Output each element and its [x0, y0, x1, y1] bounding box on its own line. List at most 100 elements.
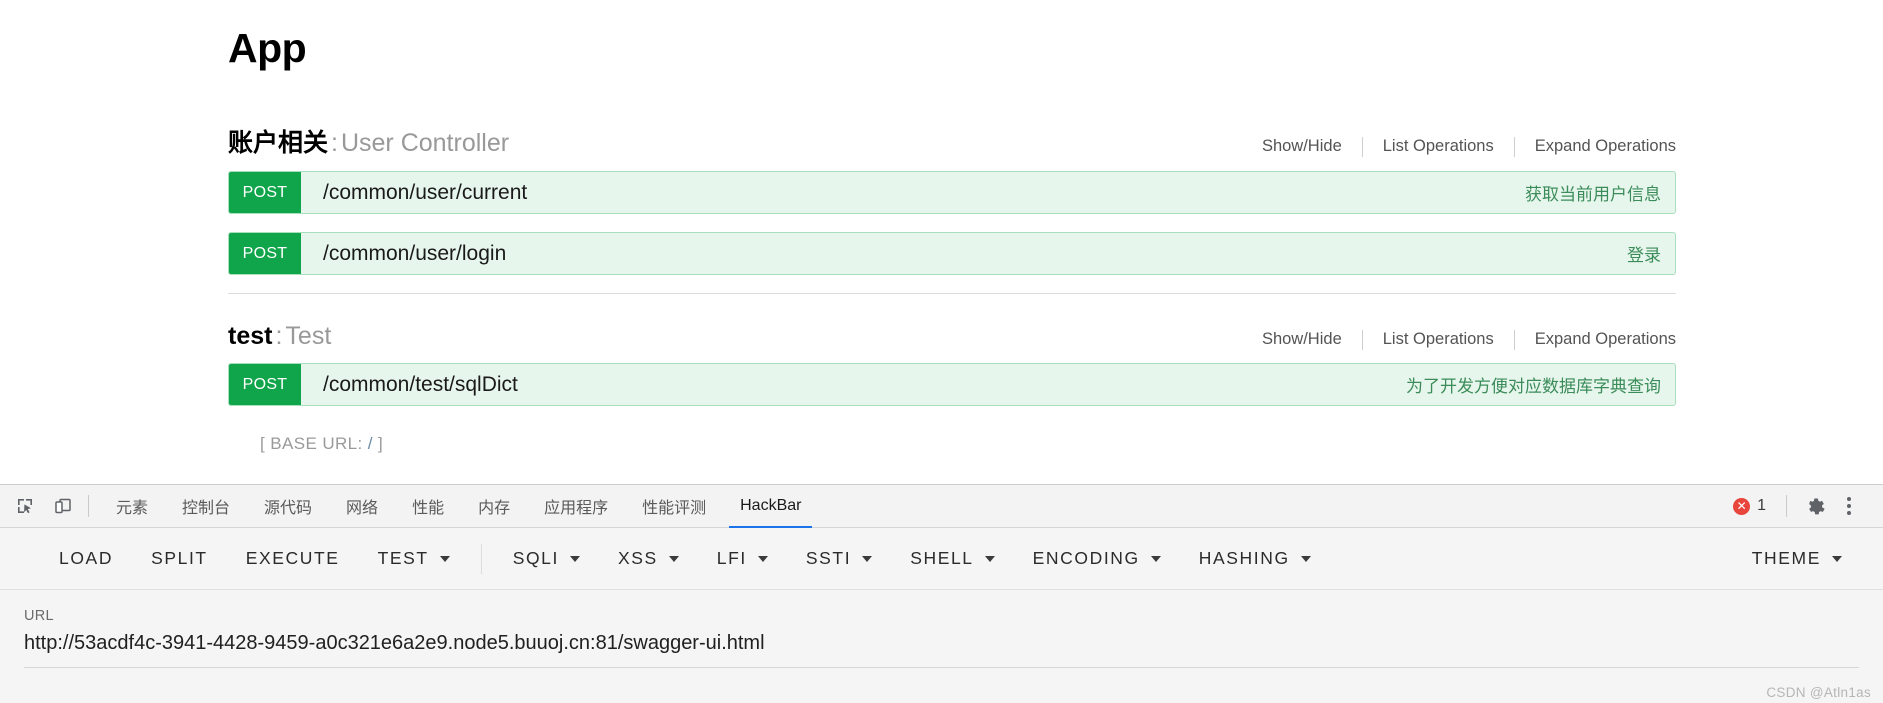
- button-label: HASHING: [1198, 548, 1290, 568]
- resource-title: 账户相关: User Controller: [228, 123, 509, 159]
- url-input[interactable]: http://53acdf4c-3941-4428-9459-a0c321e6a…: [24, 630, 1859, 656]
- resource-name: test: [228, 322, 273, 351]
- http-method-badge: POST: [229, 172, 301, 214]
- tab-network[interactable]: 网络: [329, 485, 395, 528]
- kebab-dot: [1847, 511, 1851, 515]
- chevron-down-icon: [569, 555, 580, 562]
- tab-console[interactable]: 控制台: [165, 485, 247, 528]
- endpoint-path[interactable]: /common/user/login: [301, 233, 1627, 274]
- tab-label: 网络: [346, 500, 379, 517]
- base-url-label: BASE URL: [270, 434, 358, 454]
- resource-group-test: test: Test Show/Hide List Operations Expa…: [228, 322, 1676, 407]
- tab-label: 性能评测: [642, 500, 707, 517]
- chevron-down-icon: [1300, 555, 1311, 562]
- chevron-down-icon: [1832, 555, 1842, 562]
- kebab-menu-icon[interactable]: [1835, 492, 1863, 520]
- tab-label: 内存: [478, 500, 511, 517]
- hackbar-sqli-menu[interactable]: SQLI: [494, 548, 599, 569]
- base-url-bracket-close: ]: [372, 434, 384, 454]
- tab-elements[interactable]: 元素: [99, 485, 165, 528]
- devtools-tabbar: 元素 控制台 源代码 网络 性能 内存 应用程序 性能评测 HackBar ✕ …: [0, 485, 1883, 528]
- swagger-content: App 账户相关: User Controller Show/Hide List …: [228, 0, 1676, 454]
- tab-label: 控制台: [182, 500, 231, 517]
- button-label: LFI: [716, 548, 747, 568]
- page-title: App: [228, 25, 307, 71]
- button-label: SPLIT: [151, 548, 208, 568]
- resource-title: test: Test: [228, 322, 331, 351]
- url-field-underline: [24, 667, 1859, 668]
- hackbar-execute-button[interactable]: EXECUTE: [227, 548, 359, 569]
- endpoint-row[interactable]: POST /common/user/login 登录: [228, 232, 1676, 276]
- resource-header: 账户相关: User Controller Show/Hide List Oper…: [228, 123, 1676, 171]
- tab-label: 元素: [116, 500, 149, 517]
- resource-subname: Test: [285, 322, 332, 351]
- hackbar-toolbar: LOAD SPLIT EXECUTE TEST SQLI XSS LFI SST…: [0, 528, 1883, 590]
- devtools-tool-icons: [10, 491, 78, 521]
- resource-header: test: Test Show/Hide List Operations Expa…: [228, 322, 1676, 363]
- chevron-down-icon: [862, 555, 873, 562]
- tab-memory[interactable]: 内存: [461, 485, 527, 528]
- error-count: 1: [1757, 497, 1766, 514]
- list-operations-link[interactable]: List Operations: [1363, 330, 1514, 349]
- button-label: XSS: [617, 548, 658, 568]
- tab-label: 应用程序: [544, 500, 609, 517]
- endpoint-path[interactable]: /common/user/current: [301, 172, 1525, 213]
- endpoint-row[interactable]: POST /common/test/sqlDict 为了开发方便对应数据库字典查…: [228, 363, 1676, 407]
- endpoint-row[interactable]: POST /common/user/current 获取当前用户信息: [228, 171, 1676, 215]
- swagger-ui-page: App 账户相关: User Controller Show/Hide List …: [0, 0, 1883, 484]
- endpoint-description: 获取当前用户信息: [1525, 185, 1661, 205]
- hackbar-encoding-menu[interactable]: ENCODING: [1014, 548, 1180, 569]
- button-label: ENCODING: [1032, 548, 1140, 568]
- inspect-element-icon[interactable]: [10, 491, 40, 521]
- button-label: THEME: [1751, 548, 1821, 568]
- hackbar-load-button[interactable]: LOAD: [40, 548, 132, 569]
- hackbar-split-button[interactable]: SPLIT: [132, 548, 227, 569]
- error-icon: ✕: [1733, 497, 1751, 515]
- chevron-down-icon: [757, 555, 768, 562]
- kebab-dot: [1847, 504, 1851, 508]
- hackbar-ssti-menu[interactable]: SSTI: [787, 548, 891, 569]
- show-hide-link[interactable]: Show/Hide: [1262, 137, 1362, 156]
- endpoint-path[interactable]: /common/test/sqlDict: [301, 364, 1406, 405]
- list-operations-link[interactable]: List Operations: [1363, 137, 1514, 156]
- toolbar-divider: [88, 495, 89, 517]
- chevron-down-icon: [984, 555, 995, 562]
- resource-operations-links: Show/Hide List Operations Expand Operati…: [1262, 136, 1676, 157]
- tab-label: 源代码: [264, 500, 313, 517]
- tab-performance[interactable]: 性能: [395, 485, 461, 528]
- devtools-right-controls: ✕ 1: [1727, 491, 1869, 521]
- tab-hackbar[interactable]: HackBar: [723, 485, 818, 528]
- button-label: LOAD: [59, 548, 114, 568]
- resource-name: 账户相关: [228, 129, 329, 158]
- error-count-badge[interactable]: ✕ 1: [1727, 497, 1772, 515]
- hackbar-lfi-menu[interactable]: LFI: [698, 548, 787, 569]
- http-method-badge: POST: [229, 233, 301, 275]
- expand-operations-link[interactable]: Expand Operations: [1515, 330, 1676, 349]
- gear-icon[interactable]: [1801, 491, 1831, 521]
- toolbar-divider: [480, 543, 482, 574]
- endpoint-description: 为了开发方便对应数据库字典查询: [1406, 377, 1661, 397]
- base-url-bracket-open: [: [260, 434, 271, 454]
- tab-application[interactable]: 应用程序: [527, 485, 625, 528]
- hackbar-xss-menu[interactable]: XSS: [599, 548, 698, 569]
- resource-operations-links: Show/Hide List Operations Expand Operati…: [1262, 329, 1676, 350]
- device-toolbar-icon[interactable]: [48, 491, 78, 521]
- resource-divider: [228, 293, 1676, 295]
- hackbar-hashing-menu[interactable]: HASHING: [1180, 548, 1330, 569]
- button-label: SHELL: [910, 548, 974, 568]
- hackbar-shell-menu[interactable]: SHELL: [891, 548, 1013, 569]
- devtools-panel: 元素 控制台 源代码 网络 性能 内存 应用程序 性能评测 HackBar ✕ …: [0, 484, 1883, 703]
- hackbar-theme-menu[interactable]: THEME: [1733, 548, 1861, 569]
- endpoint-description: 登录: [1627, 246, 1661, 266]
- tab-label: 性能: [412, 500, 445, 517]
- chevron-down-icon: [1150, 555, 1161, 562]
- hackbar-test-menu[interactable]: TEST: [359, 548, 469, 569]
- tab-lighthouse[interactable]: 性能评测: [625, 485, 723, 528]
- watermark: CSDN @Atln1as: [1766, 685, 1871, 700]
- expand-operations-link[interactable]: Expand Operations: [1515, 137, 1676, 156]
- tab-sources[interactable]: 源代码: [247, 485, 329, 528]
- resource-group-user-controller: 账户相关: User Controller Show/Hide List Oper…: [228, 123, 1676, 276]
- show-hide-link[interactable]: Show/Hide: [1262, 330, 1362, 349]
- hackbar-url-section: URL http://53acdf4c-3941-4428-9459-a0c32…: [0, 590, 1883, 668]
- chevron-down-icon: [439, 555, 450, 562]
